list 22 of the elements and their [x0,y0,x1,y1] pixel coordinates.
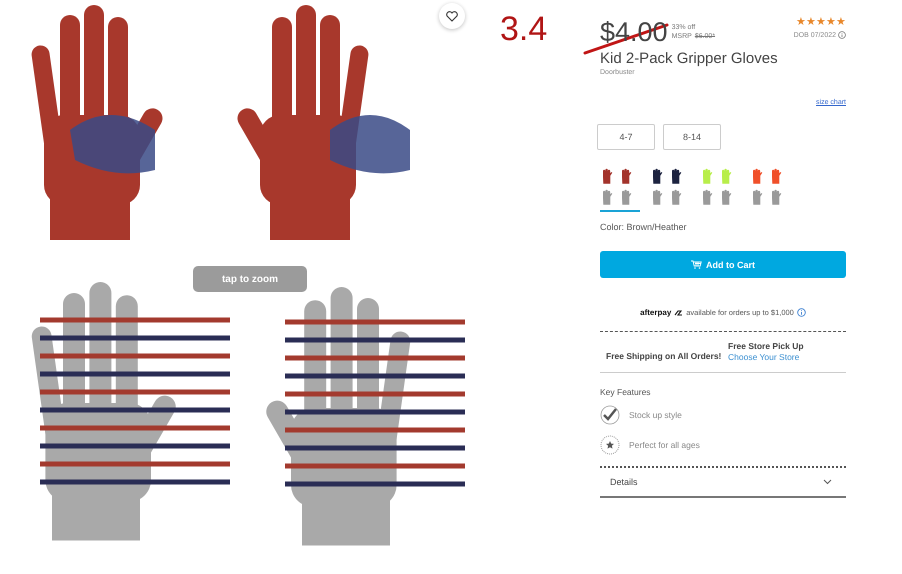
price-annotation: 3.4 [500,12,548,46]
heart-icon [446,10,458,22]
free-shipping-text: Free Shipping on All Orders! [606,351,722,363]
feature-text: Stock up style [629,410,682,420]
details-toggle[interactable]: Details [600,468,846,498]
choose-store-link[interactable]: Choose Your Store [728,352,804,363]
feature-text: Perfect for all ages [629,440,700,450]
product-title: Kid 2-Pack Gripper Gloves [600,50,779,68]
color-swatch[interactable] [600,166,640,212]
color-label: Color: Brown/Heather [600,222,688,232]
info-icon[interactable] [796,308,806,317]
size-option[interactable]: 8-14 [663,124,721,150]
afterpay-logo: afterpay [640,308,672,317]
info-icon[interactable] [838,31,846,39]
star-badge-icon [600,435,620,455]
key-features-heading: Key Features [600,387,652,397]
pickup-title: Free Store Pick Up [728,341,804,352]
checkmark-icon [600,405,620,425]
chevron-icon [823,479,832,485]
size-option[interactable]: 4-7 [597,124,655,150]
star-rating: ★★★★★ [796,16,846,28]
cart-icon [691,260,702,269]
